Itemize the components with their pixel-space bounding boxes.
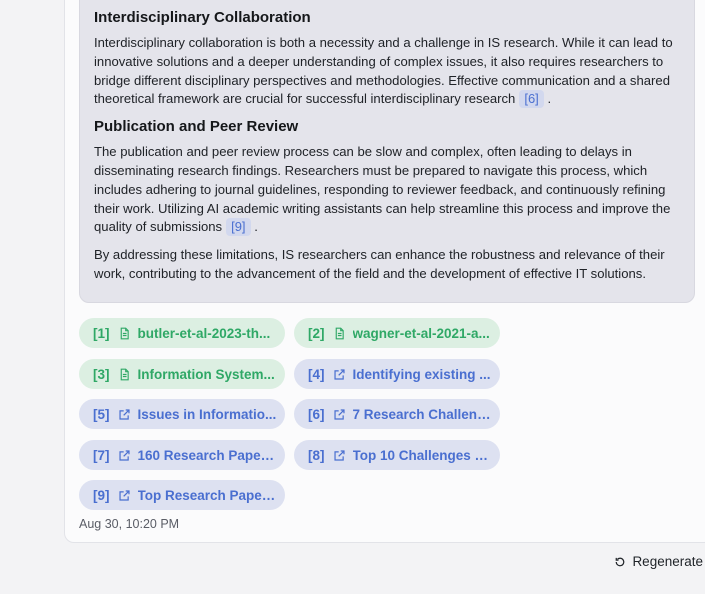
- paragraph-text: The publication and peer review process …: [94, 144, 671, 235]
- source-chip[interactable]: [4] Identifying existing ...: [294, 359, 500, 389]
- source-title: butler-et-al-2023-th...: [137, 325, 271, 341]
- source-number: [3]: [93, 366, 110, 382]
- section-heading: Publication and Peer Review: [94, 118, 299, 136]
- external-link-icon: [333, 449, 346, 462]
- external-link-icon: [118, 489, 131, 502]
- source-number: [5]: [93, 406, 110, 422]
- section-publication: Publication and Peer Review The publicat…: [94, 118, 680, 237]
- document-icon: [118, 368, 131, 381]
- source-chip[interactable]: [1] butler-et-al-2023-th...: [79, 318, 285, 348]
- source-number: [4]: [308, 366, 325, 382]
- refresh-icon: [616, 557, 625, 566]
- regenerate-label: Regenerate: [632, 554, 703, 569]
- source-chip[interactable]: [5] Issues in Informatio...: [79, 399, 285, 429]
- external-link-icon: [333, 368, 346, 381]
- document-icon: [333, 327, 346, 340]
- source-number: [2]: [308, 325, 325, 341]
- source-title: Top 10 Challenges F...: [352, 447, 493, 463]
- source-number: [8]: [308, 447, 325, 463]
- source-number: [7]: [93, 447, 110, 463]
- source-chip[interactable]: [3] Information System...: [79, 359, 285, 389]
- source-title: Information System...: [137, 366, 275, 382]
- source-title: wagner-et-al-2021-a...: [352, 325, 490, 341]
- section-interdisciplinary: Interdisciplinary Collaboration Interdis…: [94, 9, 680, 109]
- external-link-icon: [118, 449, 131, 462]
- paragraph-tail: .: [547, 91, 552, 107]
- source-number: [6]: [308, 406, 325, 422]
- section-heading: Interdisciplinary Collaboration: [94, 9, 311, 26]
- source-chip[interactable]: [6] 7 Research Challeng...: [294, 399, 500, 429]
- conclusion-paragraph: By addressing these limitations, IS rese…: [94, 247, 665, 281]
- source-number: [1]: [93, 325, 110, 341]
- paragraph-tail: .: [254, 219, 258, 235]
- answer-content: Interdisciplinary Collaboration Interdis…: [79, 0, 695, 303]
- source-title: Top Research Paper ...: [137, 487, 278, 503]
- source-number: [9]: [93, 487, 110, 503]
- source-chip[interactable]: [2] wagner-et-al-2021-a...: [294, 318, 500, 348]
- source-chip[interactable]: [7] 160 Research Paper ...: [79, 440, 285, 470]
- citation-link[interactable]: [9]: [226, 218, 251, 237]
- regenerate-button[interactable]: Regenerate: [614, 554, 703, 569]
- external-link-icon: [118, 408, 131, 421]
- external-link-icon: [333, 408, 346, 421]
- source-chip[interactable]: [8] Top 10 Challenges F...: [294, 440, 500, 470]
- source-title: Identifying existing ...: [352, 366, 491, 382]
- section-paragraph: The publication and peer review process …: [94, 143, 680, 237]
- source-title: 160 Research Paper ...: [137, 447, 278, 463]
- source-title: Issues in Informatio...: [137, 406, 277, 422]
- source-title: 7 Research Challeng...: [352, 406, 493, 422]
- citation-link[interactable]: [6]: [519, 90, 544, 109]
- message-timestamp: Aug 30, 10:20 PM: [79, 517, 180, 531]
- section-paragraph: Interdisciplinary collaboration is both …: [94, 34, 680, 109]
- source-chip[interactable]: [9] Top Research Paper ...: [79, 480, 285, 510]
- document-icon: [118, 327, 131, 340]
- paragraph-text: Interdisciplinary collaboration is both …: [94, 35, 673, 107]
